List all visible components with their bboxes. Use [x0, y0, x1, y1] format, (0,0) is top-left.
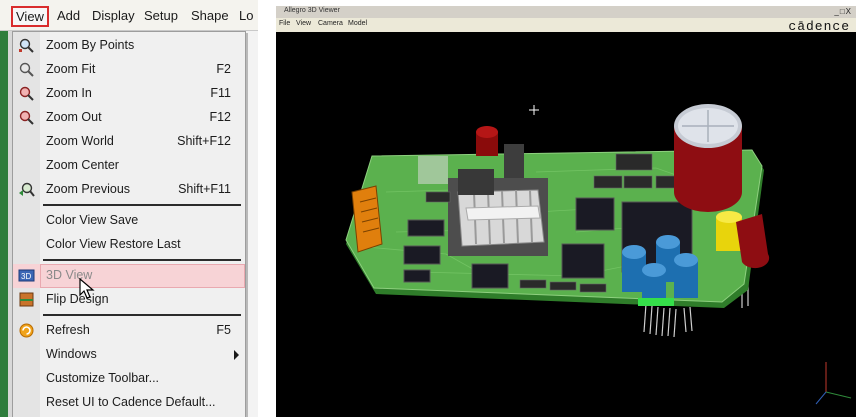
svg-text:3D: 3D [21, 272, 31, 281]
menu-view[interactable]: View [11, 6, 49, 27]
viewer-menu-bar: File View Camera Model [276, 18, 856, 32]
flip-design-icon [19, 292, 34, 307]
menu-item-color-view-save[interactable]: Color View Save [13, 209, 245, 233]
grey-chip [418, 156, 448, 184]
menu-item-zoom-world[interactable]: Zoom World Shift+F12 [13, 130, 245, 154]
zoom-in-icon [19, 86, 34, 101]
3d-view-icon: 3D [18, 269, 35, 282]
menu-item-zoom-in[interactable]: Zoom In F11 [13, 82, 245, 106]
mouse-cursor-icon [79, 278, 95, 299]
viewer-menu-view[interactable]: View [296, 20, 311, 27]
menu-item-label: Flip Design [46, 292, 109, 306]
menu-item-label: Color View Save [46, 213, 139, 227]
menu-item-zoom-previous[interactable]: Zoom Previous Shift+F11 [13, 178, 245, 202]
menu-setup[interactable]: Setup [144, 8, 178, 24]
menu-item-zoom-out[interactable]: Zoom Out F12 [13, 106, 245, 130]
menu-add[interactable]: Add [57, 8, 80, 24]
allegro-3d-viewer-window: Allegro 3D Viewer _□X File View Camera M… [276, 6, 856, 417]
zoom-previous-icon [19, 182, 35, 197]
background-window-edge [0, 31, 8, 417]
window-buttons[interactable]: _□X [834, 7, 852, 16]
menu-item-flip-design[interactable]: Flip Design [13, 288, 245, 312]
menu-bar: View Add Display Setup Shape Lo [0, 0, 258, 31]
green-component [638, 298, 674, 306]
menu-item-3d-view[interactable]: 3D 3D View [13, 264, 245, 288]
menu-item-reset-ui[interactable]: Reset UI to Cadence Default... [13, 391, 245, 415]
menu-item-label: Refresh [46, 323, 90, 337]
menu-lo[interactable]: Lo [239, 8, 253, 24]
menu-item-windows[interactable]: Windows [13, 343, 245, 367]
menu-item-label: Reset UI to Cadence Default... [46, 395, 216, 409]
menu-separator [43, 259, 241, 261]
menu-item-label: Windows [46, 347, 97, 361]
menu-item-shortcut: Shift+F11 [178, 182, 231, 196]
menu-shape[interactable]: Shape [191, 8, 229, 24]
menu-item-label: Zoom Out [46, 110, 102, 124]
menu-item-shortcut: F11 [210, 86, 231, 100]
menu-item-label: Zoom In [46, 86, 92, 100]
menu-separator [43, 314, 241, 316]
viewer-menu-model[interactable]: Model [348, 20, 367, 27]
submenu-arrow-icon [234, 350, 239, 360]
black-component [504, 144, 524, 178]
menu-item-color-view-restore-last[interactable]: Color View Restore Last [13, 233, 245, 257]
menu-item-label: Zoom World [46, 134, 114, 148]
menu-item-shortcut: F12 [209, 110, 231, 124]
menu-item-label: Zoom Fit [46, 62, 96, 76]
menu-item-label: Zoom Previous [46, 182, 131, 196]
crosshair-icon [529, 105, 539, 115]
menu-item-zoom-center[interactable]: Zoom Center [13, 154, 245, 178]
menu-item-label: Color View Restore Last [46, 237, 181, 251]
menu-item-label: Zoom Center [46, 158, 119, 172]
zoom-fit-icon [19, 62, 34, 77]
viewer-menu-file[interactable]: File [279, 20, 290, 27]
refresh-icon [19, 323, 34, 338]
zoom-points-icon [19, 38, 34, 53]
viewer-menu-camera[interactable]: Camera [318, 20, 343, 27]
axis-triad-icon [815, 362, 852, 405]
menu-item-refresh[interactable]: Refresh F5 [13, 319, 245, 343]
viewer-title: Allegro 3D Viewer [284, 7, 340, 14]
menu-display[interactable]: Display [92, 8, 135, 24]
allegro-menu-screenshot: View Add Display Setup Shape Lo Zoom By … [0, 0, 258, 417]
pcb-3d-render[interactable] [276, 32, 856, 417]
red-capacitor-small [476, 126, 498, 156]
menu-item-shortcut: F5 [216, 323, 231, 337]
menu-separator [43, 204, 241, 206]
menu-item-zoom-by-points[interactable]: Zoom By Points [13, 34, 245, 58]
black-ic [458, 169, 494, 195]
viewer-title-bar: Allegro 3D Viewer _□X [276, 6, 856, 18]
menu-item-customize-toolbar[interactable]: Customize Toolbar... [13, 367, 245, 391]
menu-item-shortcut: Shift+F12 [177, 134, 231, 148]
view-dropdown-menu: Zoom By Points Zoom Fit F2 Zoom In F11 Z… [12, 31, 246, 417]
menu-item-label: Zoom By Points [46, 38, 135, 52]
menu-item-label: Customize Toolbar... [46, 371, 160, 385]
menu-item-shortcut: F2 [216, 62, 231, 76]
menu-item-zoom-fit[interactable]: Zoom Fit F2 [13, 58, 245, 82]
zoom-out-icon [19, 110, 34, 125]
